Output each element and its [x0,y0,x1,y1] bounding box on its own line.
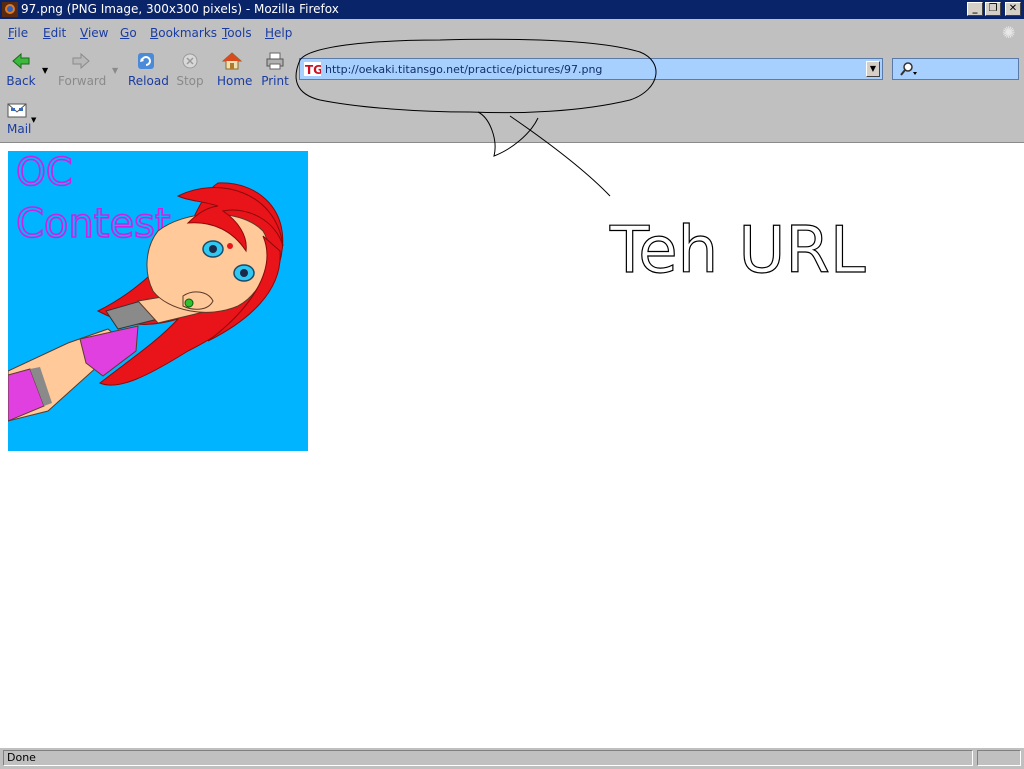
mail-icon [7,103,27,118]
back-button[interactable]: Back [6,52,36,88]
menu-tools[interactable]: Tools [222,26,252,40]
site-favicon-icon: TG [304,62,321,76]
menu-file[interactable]: File [8,26,28,40]
status-text: Done [3,750,973,766]
forward-history-dropdown-icon[interactable]: ▼ [112,66,118,75]
menu-bar: File Edit View Go Bookmarks Tools Help ✺ [0,19,1024,47]
address-bar[interactable]: TG http://oekaki.titansgo.net/practice/p… [299,58,883,80]
forward-arrow-icon [72,52,90,70]
minimize-button[interactable]: _ [967,2,983,16]
search-box[interactable] [892,58,1019,80]
menu-go[interactable]: Go [120,26,137,40]
url-history-dropdown-button[interactable]: ▼ [866,61,880,77]
image-caption-line1: OC [16,151,72,194]
forward-label: Forward [58,74,107,88]
image-caption-line2: Contest [16,201,171,247]
mail-label: Mail [7,122,32,136]
content-area: OC Contest [0,143,1024,747]
menu-view[interactable]: View [80,26,108,40]
search-engine-icon[interactable] [897,61,919,77]
back-history-dropdown-icon[interactable]: ▼ [42,66,48,75]
back-label: Back [6,74,36,88]
status-bar: Done [0,747,1024,769]
printer-icon [266,52,284,70]
status-pane [977,750,1021,766]
reload-icon [138,53,154,69]
print-label: Print [261,74,289,88]
throbber-icon: ✺ [1002,23,1016,42]
print-button[interactable]: Print [261,52,289,88]
drawing-image: OC Contest [8,151,308,451]
stop-button[interactable]: Stop [176,52,204,88]
firefox-app-icon [2,2,18,17]
menu-bookmarks[interactable]: Bookmarks [150,26,217,40]
favicon-text: TG [305,63,321,76]
forward-button[interactable]: Forward [58,52,107,88]
back-arrow-icon [12,52,30,70]
stop-label: Stop [176,74,204,88]
reload-label: Reload [128,74,169,88]
mail-button[interactable]: Mail [7,102,31,136]
close-button[interactable]: ✕ [1005,2,1021,16]
mail-dropdown-icon[interactable]: ▼ [31,116,36,124]
window-title: 97.png (PNG Image, 300x300 pixels) - Moz… [21,2,339,16]
personal-toolbar: Mail ▼ [0,94,1024,143]
home-label: Home [217,74,253,88]
menu-help[interactable]: Help [265,26,292,40]
home-button[interactable]: Home [217,52,253,88]
stop-icon [182,53,198,69]
restore-button[interactable]: ❐ [985,2,1001,16]
title-bar: 97.png (PNG Image, 300x300 pixels) - Moz… [0,0,1024,19]
menu-edit[interactable]: Edit [43,26,66,40]
reload-button[interactable]: Reload [128,52,169,88]
home-icon [222,52,242,70]
url-text[interactable]: http://oekaki.titansgo.net/practice/pict… [325,63,602,76]
